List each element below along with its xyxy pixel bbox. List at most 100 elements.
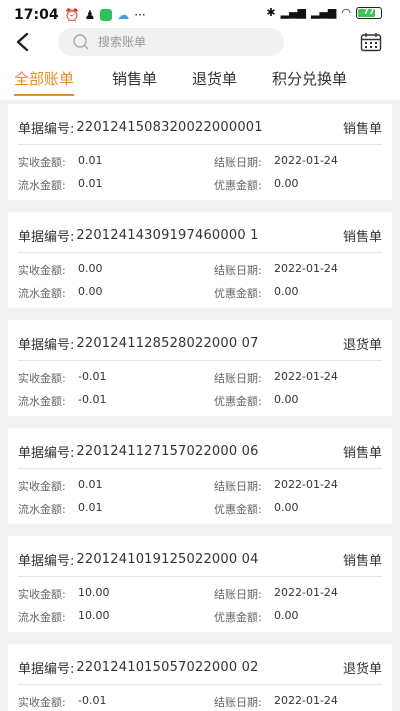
received-value: 0.01	[78, 154, 103, 167]
received-label: 实收金额:	[18, 264, 66, 277]
date-value: 2022-01-24	[274, 694, 338, 707]
order-type: 退货单	[342, 661, 382, 677]
order-type: 退货单	[342, 337, 382, 353]
order-type: 销售单	[342, 229, 382, 245]
order-card[interactable]: 单据编号: 2201241015057022000 02 退货单 实收金额: -…	[8, 644, 392, 711]
date-label: 结账日期:	[214, 588, 262, 601]
flow-label: 流水金额:	[18, 503, 66, 516]
divider	[18, 144, 382, 145]
date-value: 2022-01-24	[274, 586, 338, 599]
flow-label: 流水金额:	[18, 611, 66, 624]
order-no: 2201241508320022000001	[76, 119, 263, 135]
wifi-icon: ◠	[341, 6, 351, 19]
discount-label: 优惠金额:	[214, 503, 262, 516]
calendar-icon[interactable]	[360, 32, 382, 52]
discount-value: 0.00	[274, 609, 299, 622]
system-icons: ✱ ▂▄▆ ▂▄▆ ◠ 77	[266, 6, 382, 19]
order-no-label: 单据编号:	[18, 337, 75, 353]
divider	[18, 684, 382, 685]
flow-value: 0.00	[78, 285, 103, 298]
back-button[interactable]	[12, 30, 34, 54]
alarm-icon: ⏰	[64, 8, 80, 22]
order-card[interactable]: 单据编号: 22012414309197460000 1 销售单 实收金额: 0…	[8, 212, 392, 308]
tab-all[interactable]: 全部账单	[14, 68, 75, 96]
more-icon: ···	[134, 8, 146, 22]
discount-value: 0.00	[274, 285, 299, 298]
order-type: 销售单	[342, 553, 382, 569]
tab-underline	[14, 94, 75, 96]
app-icon: ♟	[84, 8, 96, 22]
header-bar	[0, 28, 400, 58]
divider	[18, 576, 382, 577]
tab-points-exchange[interactable]: 积分兑换单	[272, 68, 347, 89]
order-no-label: 单据编号:	[18, 445, 75, 461]
order-no: 22012414309197460000 1	[76, 227, 259, 243]
date-label: 结账日期:	[214, 372, 262, 385]
date-value: 2022-01-24	[274, 154, 338, 167]
order-no: 2201241015057022000 02	[76, 659, 259, 675]
order-card[interactable]: 单据编号: 2201241128528022000 07 退货单 实收金额: -…	[8, 320, 392, 416]
discount-value: 0.00	[274, 501, 299, 514]
flow-label: 流水金额:	[18, 287, 66, 300]
chevron-left-icon	[16, 32, 29, 52]
order-type: 销售单	[342, 121, 382, 137]
received-value: -0.01	[78, 370, 107, 383]
divider	[18, 252, 382, 253]
battery-level: 77	[363, 6, 375, 16]
received-label: 实收金额:	[18, 696, 66, 709]
flow-label: 流水金额:	[18, 395, 66, 408]
order-type: 销售单	[342, 445, 382, 461]
signal-icon-2: ▂▄▆	[311, 6, 337, 19]
bluetooth-icon: ✱	[266, 6, 276, 19]
flow-label: 流水金额:	[18, 179, 66, 192]
divider	[18, 468, 382, 469]
received-label: 实收金额:	[18, 480, 66, 493]
discount-label: 优惠金额:	[214, 287, 262, 300]
order-card[interactable]: 单据编号: 2201241019125022000 04 销售单 实收金额: 1…	[8, 536, 392, 632]
received-value: -0.01	[78, 694, 107, 707]
notification-icons: ⏰ ♟ ☁ ···	[65, 8, 146, 22]
tab-sales[interactable]: 销售单	[112, 68, 157, 89]
order-no-label: 单据编号:	[18, 229, 75, 245]
date-label: 结账日期:	[214, 264, 262, 277]
received-value: 0.00	[78, 262, 103, 275]
discount-label: 优惠金额:	[214, 611, 262, 624]
received-label: 实收金额:	[18, 372, 66, 385]
received-label: 实收金额:	[18, 156, 66, 169]
flow-value: 0.01	[78, 501, 103, 514]
tab-bar: 全部账单 销售单 退货单 积分兑换单	[0, 58, 400, 100]
status-bar: 17:04 ⏰ ♟ ☁ ··· ✱ ▂▄▆ ▂▄▆ ◠ 77	[0, 0, 400, 30]
discount-label: 优惠金额:	[214, 395, 262, 408]
discount-label: 优惠金额:	[214, 179, 262, 192]
order-card[interactable]: 单据编号: 2201241127157022000 06 销售单 实收金额: 0…	[8, 428, 392, 524]
search-icon	[73, 34, 89, 50]
order-no: 2201241019125022000 04	[76, 551, 259, 567]
flow-value: 0.01	[78, 177, 103, 190]
status-time: 17:04	[14, 7, 59, 23]
order-card[interactable]: 单据编号: 2201241508320022000001 销售单 实收金额: 0…	[8, 104, 392, 200]
date-label: 结账日期:	[214, 480, 262, 493]
cloud-icon: ☁	[117, 8, 130, 22]
discount-value: 0.00	[274, 393, 299, 406]
received-value: 10.00	[78, 586, 110, 599]
order-no: 2201241128528022000 07	[76, 335, 259, 351]
received-label: 实收金额:	[18, 588, 66, 601]
discount-value: 0.00	[274, 177, 299, 190]
search-box[interactable]	[58, 28, 284, 56]
flow-value: -0.01	[78, 393, 107, 406]
date-value: 2022-01-24	[274, 370, 338, 383]
order-no-label: 单据编号:	[18, 661, 75, 677]
tab-returns[interactable]: 退货单	[192, 68, 237, 89]
wechat-icon	[100, 9, 113, 21]
date-label: 结账日期:	[214, 156, 262, 169]
order-no-label: 单据编号:	[18, 121, 75, 137]
search-input[interactable]	[96, 34, 280, 50]
flow-value: 10.00	[78, 609, 110, 622]
received-value: 0.01	[78, 478, 103, 491]
divider	[18, 360, 382, 361]
signal-icon: ▂▄▆	[280, 6, 306, 19]
order-no-label: 单据编号:	[18, 553, 75, 569]
date-value: 2022-01-24	[274, 478, 338, 491]
battery-icon: 77	[356, 6, 382, 19]
date-value: 2022-01-24	[274, 262, 338, 275]
